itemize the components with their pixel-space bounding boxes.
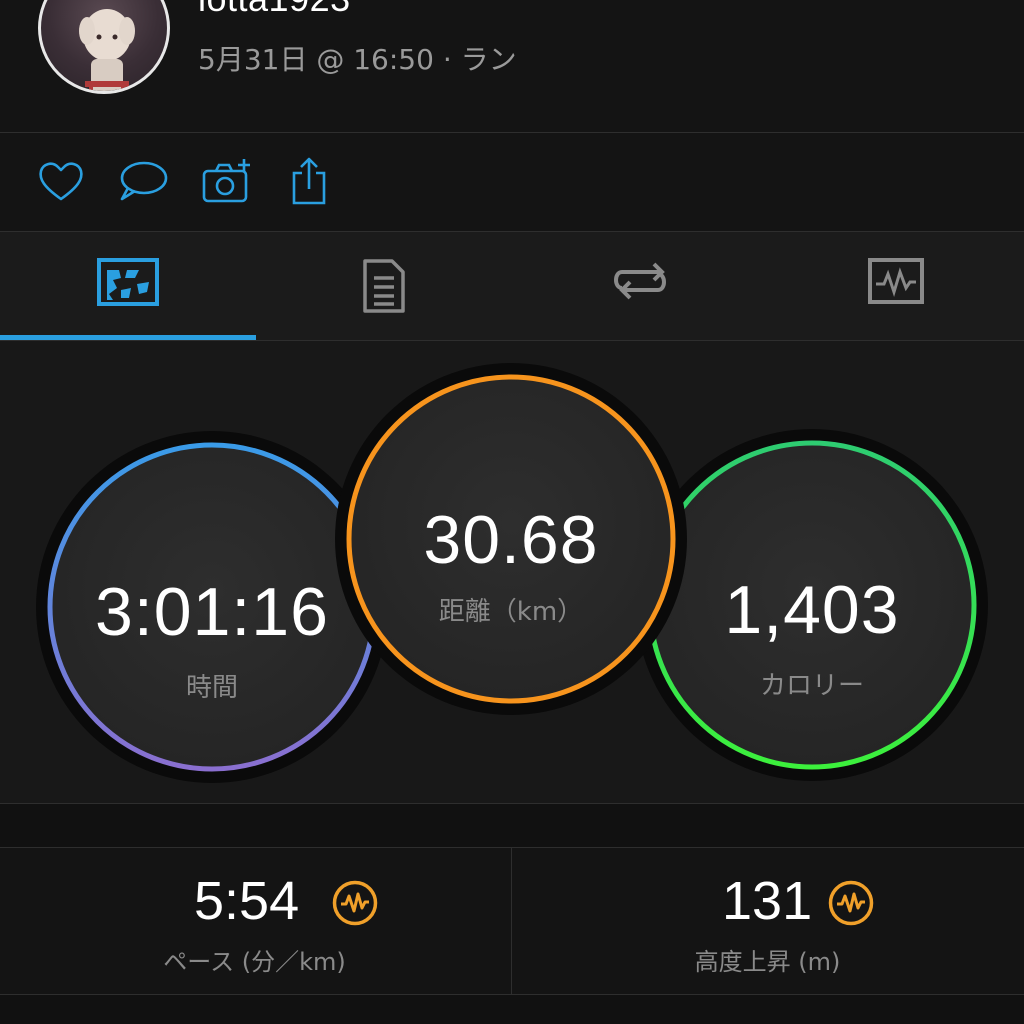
like-button[interactable] xyxy=(34,155,88,209)
tab-map[interactable] xyxy=(0,232,256,340)
pace-value: 5:54 xyxy=(194,871,300,931)
footer-spacer xyxy=(0,995,1024,1024)
pace-stat[interactable]: 5:54 ペース (分／km) xyxy=(0,848,511,994)
add-photo-icon xyxy=(202,159,250,203)
calories-value: 1,403 xyxy=(724,572,900,648)
active-tab-indicator xyxy=(0,335,256,340)
distance-value: 30.68 xyxy=(423,502,599,578)
charts-icon xyxy=(868,258,924,304)
elevation-activity-icon[interactable] xyxy=(828,880,874,926)
avatar[interactable] xyxy=(38,0,170,94)
username[interactable]: lotta1923 xyxy=(198,0,351,20)
activity-header: lotta1923 5月31日 @ 16:50 · ラン xyxy=(0,0,1024,132)
elevation-stat[interactable]: 131 高度上昇 (m) xyxy=(512,848,1023,994)
pace-activity-icon[interactable] xyxy=(332,880,378,926)
calories-stat[interactable]: 1,403 カロリー xyxy=(650,443,974,767)
stats-area: 3:01:16 時間 1,403 カロリー 30.68 距離（km） xyxy=(0,341,1024,803)
time-value: 3:01:16 xyxy=(95,574,329,650)
time-label: 時間 xyxy=(185,673,238,703)
time-stat[interactable]: 3:01:16 時間 xyxy=(50,445,374,769)
laps-icon xyxy=(614,262,666,300)
tab-charts[interactable] xyxy=(768,232,1024,340)
spacer xyxy=(0,804,1024,847)
comment-icon xyxy=(120,161,168,201)
distance-label: 距離（km） xyxy=(438,597,584,627)
map-icon xyxy=(97,258,159,306)
details-icon xyxy=(363,259,405,313)
elevation-value: 131 xyxy=(722,871,813,931)
tab-bar xyxy=(0,232,1024,340)
tab-details[interactable] xyxy=(256,232,512,340)
distance-stat[interactable]: 30.68 距離（km） xyxy=(349,377,673,701)
elevation-label: 高度上昇 (m) xyxy=(694,948,841,976)
activity-date-type: 5月31日 @ 16:50 · ラン xyxy=(198,43,517,76)
action-bar xyxy=(0,133,1024,231)
share-button[interactable] xyxy=(282,155,336,209)
avatar-figure xyxy=(79,9,135,91)
heart-icon xyxy=(39,162,83,201)
comment-button[interactable] xyxy=(116,155,170,209)
share-icon xyxy=(292,157,326,205)
divider xyxy=(511,848,512,994)
add-photo-button[interactable] xyxy=(200,155,254,209)
calories-label: カロリー xyxy=(759,671,864,701)
tab-laps[interactable] xyxy=(512,232,768,340)
pace-label: ペース (分／km) xyxy=(163,948,346,976)
secondary-stats: 5:54 ペース (分／km) 131 高度上昇 (m) xyxy=(0,848,1024,994)
